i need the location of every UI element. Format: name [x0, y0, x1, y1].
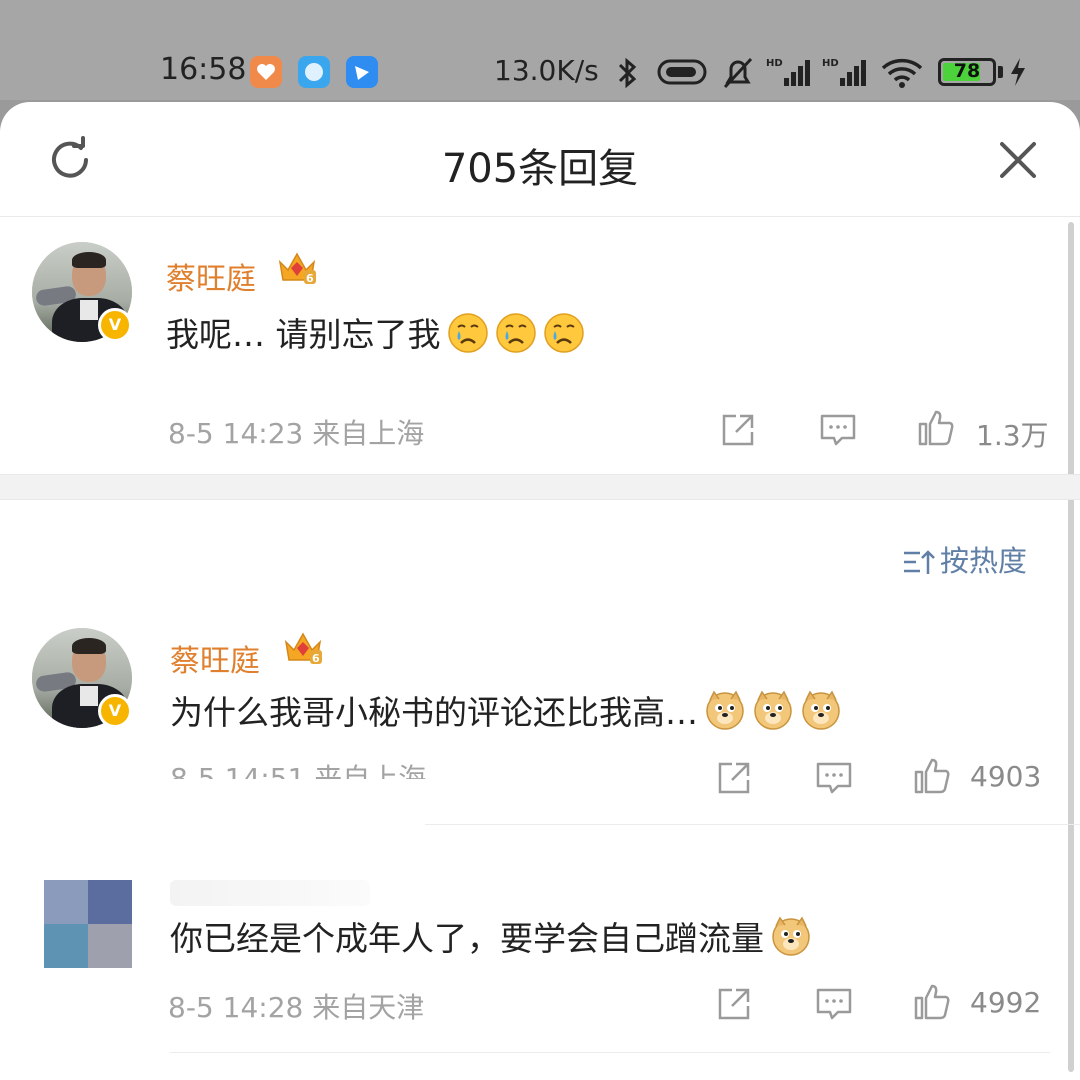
like-icon[interactable] — [912, 982, 952, 1022]
divider — [425, 824, 1080, 825]
verified-badge: V — [98, 308, 132, 342]
like-icon[interactable] — [916, 408, 956, 448]
username[interactable]: 蔡旺庭 — [170, 636, 260, 680]
share-icon[interactable] — [714, 984, 754, 1024]
comment-text: 为什么我哥小秘书的评论还比我高… — [170, 686, 842, 734]
username[interactable] — [170, 880, 370, 906]
svg-text:HD: HD — [766, 58, 783, 69]
page-title: 705条回复 — [441, 146, 639, 192]
scrollbar[interactable] — [1068, 222, 1074, 1072]
svg-text:HD: HD — [822, 58, 839, 69]
sort-label: 按热度 — [940, 544, 1028, 578]
section-divider — [0, 474, 1080, 500]
comment-meta: 8-5 14:51 来自上海 — [170, 757, 426, 779]
doge-emoji — [754, 690, 792, 730]
comment-time: 8-5 14:51 — [170, 762, 306, 779]
comment-text: 你已经是个成年人了，要学会自己蹭流量 — [170, 912, 812, 960]
feishu-app-icon — [346, 56, 378, 88]
comment-location: 来自上海 — [312, 417, 425, 450]
cry-emoji — [447, 313, 488, 353]
like-count: 4992 — [970, 986, 1042, 1019]
comment-location: 来自天津 — [312, 991, 425, 1024]
network-speed: 13.0K/s — [494, 54, 599, 87]
comment-body: 我呢… 请别忘了我 — [166, 315, 441, 354]
svg-text:6: 6 — [306, 272, 314, 285]
close-icon[interactable] — [994, 136, 1042, 184]
charging-icon — [1011, 58, 1025, 86]
hd-signal-icon: HD — [822, 58, 866, 86]
comment-icon[interactable] — [814, 758, 854, 798]
replies-sheet: 705条回复 V 蔡旺庭 6 我呢… 请别忘了我 8-5 14:23 来自上海 … — [0, 102, 1080, 1080]
verified-badge: V — [98, 694, 132, 728]
status-time: 16:58 — [160, 52, 247, 87]
doge-emoji — [706, 690, 744, 730]
comment-meta: 8-5 14:23 来自上海 — [168, 412, 424, 452]
comment-body: 你已经是个成年人了，要学会自己蹭流量 — [170, 919, 764, 958]
sheet-header: 705条回复 — [0, 102, 1080, 217]
browser-app-icon — [298, 56, 330, 88]
comment-meta: 8-5 14:28 来自天津 — [168, 986, 424, 1026]
comment-icon[interactable] — [818, 410, 858, 450]
sort-by-hot-button[interactable]: 按热度 — [902, 538, 1027, 580]
like-count: 1.3万 — [976, 419, 1049, 452]
comment-time: 8-5 14:28 — [168, 991, 304, 1024]
cry-emoji — [495, 313, 536, 353]
battery-icon: 78 — [938, 58, 996, 86]
share-icon[interactable] — [714, 758, 754, 798]
hd-signal-icon: HD — [766, 58, 810, 86]
avatar[interactable] — [44, 880, 132, 968]
like-icon[interactable] — [912, 756, 952, 796]
divider — [170, 1052, 1050, 1053]
sort-icon — [904, 550, 935, 574]
battery-nub — [998, 66, 1003, 78]
battery-level: 78 — [953, 60, 981, 82]
share-icon[interactable] — [718, 410, 758, 450]
doge-emoji — [772, 916, 810, 956]
vip-crown-icon: 6 — [278, 252, 316, 285]
comment-location: 来自上海 — [314, 762, 427, 779]
comment-body: 为什么我哥小秘书的评论还比我高… — [170, 693, 698, 732]
comment-icon[interactable] — [814, 984, 854, 1024]
status-bar: 16:58 13.0K/s HD HD 78 — [0, 0, 1080, 100]
doge-emoji — [802, 690, 840, 730]
svg-text:6: 6 — [312, 652, 320, 665]
health-app-icon — [250, 56, 282, 88]
vip-crown-icon: 6 — [284, 632, 322, 665]
comment-time: 8-5 14:23 — [168, 417, 304, 450]
bluetooth-icon — [618, 57, 637, 89]
comment-text: 我呢… 请别忘了我 — [166, 308, 585, 356]
username[interactable]: 蔡旺庭 — [166, 254, 256, 298]
mute-bell-icon — [723, 57, 753, 89]
like-count: 4903 — [970, 760, 1042, 793]
cry-emoji — [543, 313, 584, 353]
nfc-icon — [657, 59, 707, 85]
wifi-icon — [881, 58, 923, 88]
